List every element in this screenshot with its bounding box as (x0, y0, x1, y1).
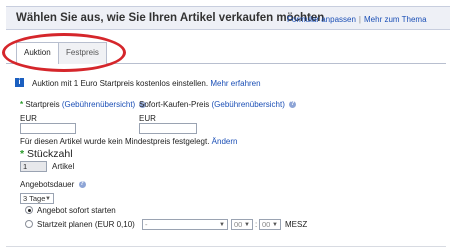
start-date-select[interactable]: - ▼ (142, 219, 228, 230)
start-plan-label: Startzeit planen (EUR 0,10) (37, 220, 135, 229)
customize-form-link[interactable]: Formular anpassen (287, 15, 356, 24)
info-line: Auktion mit 1 Euro Startpreis kostenlos … (32, 79, 261, 88)
stueckzahl-unit: Artikel (52, 162, 75, 171)
page-title: Wählen Sie aus, wie Sie Ihren Artikel ve… (16, 12, 325, 24)
required-star-icon: * (20, 100, 24, 109)
start-minute-value: 00 (262, 220, 271, 229)
sofortkaufen-label-row: Sofort-Kaufen-Preis (Gebührenübersicht) … (139, 100, 297, 109)
sofortkaufen-currency: EUR (139, 114, 156, 123)
startpreis-label: Startpreis (25, 100, 60, 109)
time-separator: : (255, 220, 258, 229)
dropdown-arrow-icon: ▼ (272, 222, 278, 228)
start-now-label: Angebot sofort starten (37, 206, 116, 215)
sofortkaufen-fees-link[interactable]: (Gebührenübersicht) (212, 100, 285, 109)
mindestpreis-text: Für diesen Artikel wurde kein Mindestpre… (20, 137, 210, 146)
info-more-link[interactable]: Mehr erfahren (210, 79, 260, 88)
startpreis-input[interactable] (20, 123, 76, 134)
sofortkaufen-input[interactable] (139, 123, 197, 134)
stueckzahl-label-row: * Stückzahl (20, 148, 73, 160)
start-date-value: - (145, 220, 148, 229)
header-links: Formular anpassen | Mehr zum Thema (287, 15, 427, 24)
required-star-icon: * (20, 148, 25, 160)
more-info-link[interactable]: Mehr zum Thema (364, 15, 427, 24)
sofortkaufen-label: Sofort-Kaufen-Preis (139, 100, 210, 109)
stueckzahl-input[interactable]: 1 (20, 161, 47, 172)
help-icon[interactable]: ? (289, 101, 297, 109)
radio-start-now[interactable] (25, 206, 33, 214)
angebotsdauer-selected: 3 Tage (23, 194, 46, 203)
startpreis-label-row: * Startpreis (Gebührenübersicht) ? (20, 100, 147, 109)
stueckzahl-label: Stückzahl (27, 148, 73, 160)
header-link-separator: | (358, 15, 361, 24)
angebotsdauer-label: Angebotsdauer (20, 180, 75, 189)
angebotsdauer-label-row: Angebotsdauer ? (20, 180, 86, 189)
timezone-label: MESZ (285, 220, 308, 229)
mindestpreis-change-link[interactable]: Ändern (212, 137, 238, 146)
dropdown-arrow-icon: ▼ (219, 222, 225, 228)
dropdown-arrow-icon: ▼ (244, 222, 250, 228)
start-hour-value: 00 (234, 220, 243, 229)
section-bottom-divider (6, 246, 446, 247)
mindestpreis-row: Für diesen Artikel wurde kein Mindestpre… (20, 137, 237, 146)
highlight-oval-annotation (2, 33, 126, 72)
start-hour-select[interactable]: 00 ▼ (231, 219, 253, 230)
radio-start-plan[interactable] (25, 220, 33, 228)
angebotsdauer-select[interactable]: 3 Tage ▼ (20, 193, 54, 204)
info-text: Auktion mit 1 Euro Startpreis kostenlos … (32, 79, 209, 88)
info-icon: i (15, 78, 24, 87)
start-minute-select[interactable]: 00 ▼ (259, 219, 281, 230)
help-icon[interactable]: ? (78, 181, 86, 189)
startpreis-currency: EUR (20, 114, 37, 123)
dropdown-arrow-icon: ▼ (45, 196, 51, 202)
startpreis-fees-link[interactable]: (Gebührenübersicht) (62, 100, 135, 109)
